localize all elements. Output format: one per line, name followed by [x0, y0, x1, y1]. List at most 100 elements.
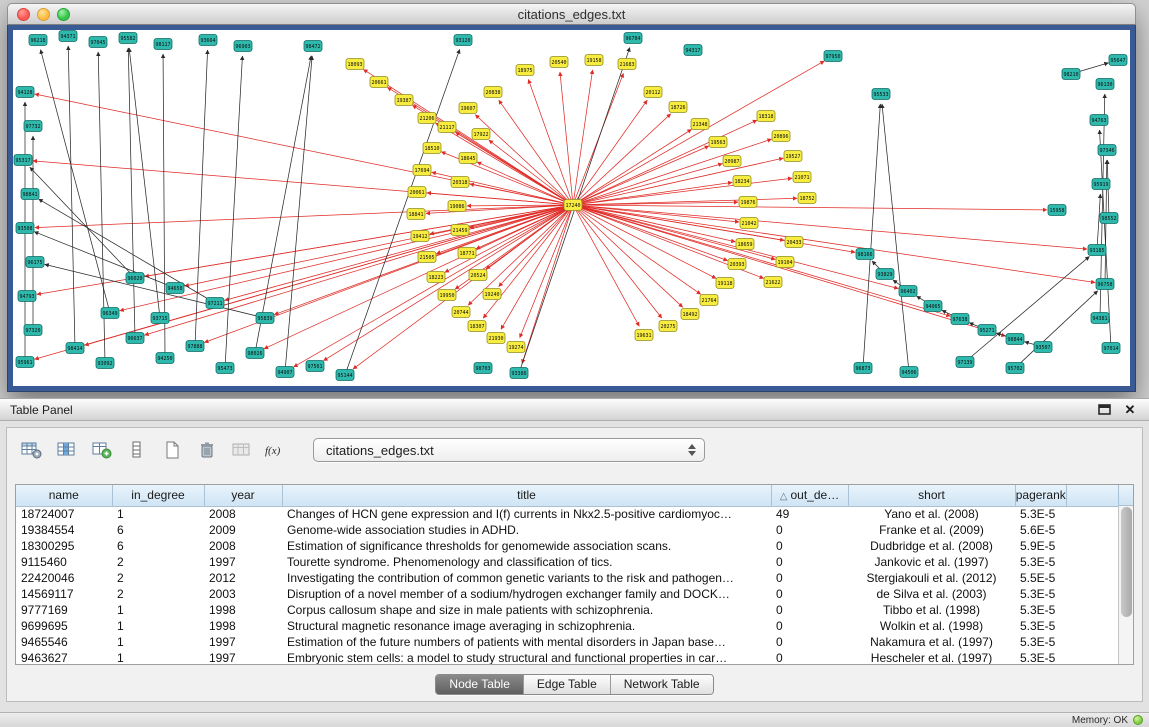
network-node[interactable]: 18975 — [516, 65, 534, 76]
network-node[interactable]: 94317 — [684, 45, 702, 56]
network-node[interactable]: 18223 — [427, 272, 445, 283]
network-node[interactable]: 20744 — [452, 307, 470, 318]
network-edge[interactable] — [560, 72, 573, 205]
network-node[interactable]: 93185 — [1088, 245, 1106, 256]
row-tools-icon[interactable] — [124, 438, 150, 462]
network-edge[interactable] — [285, 56, 312, 372]
network-edge[interactable] — [573, 205, 1095, 283]
network-node[interactable]: 20318 — [451, 177, 469, 188]
network-edge[interactable] — [499, 100, 573, 205]
network-node[interactable]: 97346 — [1098, 145, 1116, 156]
zoom-window-button[interactable] — [57, 8, 70, 21]
network-node[interactable]: 21622 — [764, 277, 782, 288]
network-edge[interactable] — [436, 123, 573, 205]
network-node[interactable]: 18510 — [423, 143, 441, 154]
network-edge[interactable] — [34, 232, 175, 288]
network-edge[interactable] — [882, 104, 909, 372]
network-node[interactable]: 18771 — [458, 248, 476, 259]
network-edge[interactable] — [33, 161, 573, 205]
function-builder-icon[interactable]: f(x) — [264, 438, 290, 462]
network-node[interactable]: 18307 — [468, 321, 486, 332]
network-node[interactable]: 94763 — [1090, 115, 1108, 126]
network-edge[interactable] — [68, 46, 75, 348]
network-node[interactable]: 96784 — [624, 33, 642, 44]
table-options-icon[interactable] — [19, 438, 45, 462]
network-node[interactable]: 97638 — [951, 314, 969, 325]
network-node[interactable]: 19876 — [739, 197, 757, 208]
network-node[interactable]: 20061 — [408, 187, 426, 198]
network-edge[interactable] — [573, 205, 1047, 210]
network-node[interactable]: 18752 — [798, 193, 816, 204]
network-node[interactable]: 18492 — [681, 309, 699, 320]
network-node[interactable]: 93120 — [454, 35, 472, 46]
network-node[interactable]: 18726 — [669, 102, 687, 113]
network-edge[interactable] — [499, 205, 573, 287]
network-node[interactable]: 95473 — [216, 363, 234, 374]
network-node[interactable]: 96637 — [126, 333, 144, 344]
network-node[interactable]: 96903 — [234, 41, 252, 52]
network-node[interactable]: 93386 — [510, 368, 528, 379]
table-row[interactable]: 1938455462009Genome-wide association stu… — [16, 522, 1118, 538]
tab-network-table[interactable]: Network Table — [610, 675, 713, 694]
column-header-pagerank[interactable]: pagerank — [1015, 485, 1067, 506]
network-node[interactable]: 19412 — [411, 231, 429, 242]
network-node[interactable]: 96402 — [899, 286, 917, 297]
network-node[interactable]: 19631 — [635, 330, 653, 341]
minimize-window-button[interactable] — [37, 8, 50, 21]
network-node[interactable]: 97888 — [186, 341, 204, 352]
network-node[interactable]: 17240 — [564, 200, 582, 211]
network-node[interactable]: 98552 — [1100, 213, 1118, 224]
network-node[interactable]: 21930 — [487, 333, 505, 344]
network-node[interactable]: 18318 — [757, 111, 775, 122]
network-node[interactable]: 94371 — [59, 31, 77, 42]
network-node[interactable]: 21459 — [451, 225, 469, 236]
network-node[interactable]: 97950 — [824, 51, 842, 62]
network-node[interactable]: 21071 — [793, 172, 811, 183]
network-table-selector[interactable]: citations_edges.txt — [313, 438, 705, 462]
network-node[interactable]: 19527 — [784, 151, 802, 162]
network-node[interactable]: 98414 — [66, 343, 84, 354]
network-edge[interactable] — [573, 205, 1087, 249]
network-node[interactable]: 19950 — [438, 290, 456, 301]
network-node[interactable]: 19387 — [395, 95, 413, 106]
network-node[interactable]: 96873 — [854, 363, 872, 374]
network-node[interactable]: 21683 — [618, 59, 636, 70]
network-edge[interactable] — [225, 56, 242, 368]
network-node[interactable]: 98166 — [856, 249, 874, 260]
network-node[interactable]: 21764 — [700, 295, 718, 306]
network-edge[interactable] — [412, 105, 573, 205]
network-node[interactable]: 94381 — [1091, 313, 1109, 324]
network-node[interactable]: 97139 — [956, 357, 974, 368]
table-row[interactable]: 969969511998Structural magnetic resonanc… — [16, 618, 1118, 634]
network-canvas[interactable]: 2083819607211171851017694200611884119412… — [13, 30, 1130, 386]
network-node[interactable]: 98844 — [1006, 334, 1024, 345]
network-edge[interactable] — [528, 79, 573, 205]
network-node[interactable]: 20987 — [723, 156, 741, 167]
network-node[interactable]: 20540 — [550, 57, 568, 68]
network-node[interactable]: 18234 — [733, 176, 751, 187]
network-node[interactable]: 95582 — [119, 33, 137, 44]
network-node[interactable]: 21042 — [740, 218, 758, 229]
network-node[interactable]: 96020 — [126, 273, 144, 284]
table-row[interactable]: 946362711997Embryonic stem cells: a mode… — [16, 650, 1118, 665]
network-node[interactable]: 93715 — [151, 313, 169, 324]
network-node[interactable]: 19086 — [448, 201, 466, 212]
network-node[interactable]: 93508 — [16, 223, 34, 234]
network-edge[interactable] — [39, 199, 215, 303]
network-node[interactable]: 95317 — [14, 155, 32, 166]
network-node[interactable]: 21117 — [438, 122, 456, 133]
column-header-short[interactable]: short — [848, 485, 1015, 506]
table-row[interactable]: 2242004622012Investigating the contribut… — [16, 570, 1118, 586]
column-header-in-degree[interactable]: in_degree — [112, 485, 204, 506]
table-scrollbar-thumb[interactable] — [1121, 507, 1132, 617]
network-node[interactable]: 15958 — [1048, 205, 1066, 216]
network-node[interactable]: 19563 — [709, 137, 727, 148]
network-node[interactable]: 17694 — [413, 165, 431, 176]
network-node[interactable]: 94065 — [924, 301, 942, 312]
network-node[interactable]: 94506 — [900, 367, 918, 378]
network-edge[interactable] — [475, 115, 573, 205]
network-edge[interactable] — [573, 178, 792, 205]
network-edge[interactable] — [573, 198, 797, 205]
network-node[interactable]: 97320 — [24, 325, 42, 336]
network-edge[interactable] — [294, 205, 573, 367]
